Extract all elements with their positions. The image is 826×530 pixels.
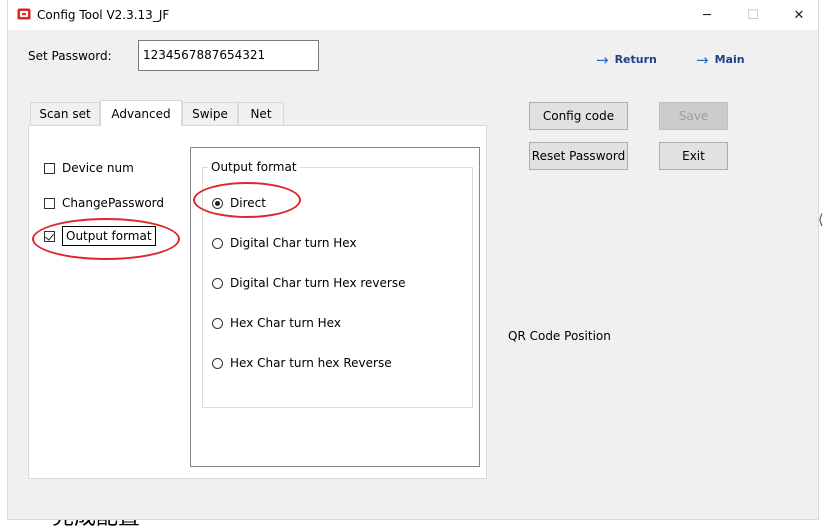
radio-icon (212, 277, 223, 289)
radio-label: Digital Char turn Hex reverse (230, 276, 406, 290)
set-password-label: Set Password: (28, 49, 112, 63)
exit-button[interactable]: Exit (659, 142, 728, 170)
config-tool-window: Config Tool V2.3.13_JF ─ ☐ ✕ Set Passwor… (8, 0, 818, 519)
arrow-right-icon: → (696, 50, 709, 69)
output-format-label: Output format (62, 226, 156, 246)
maximize-button[interactable]: ☐ (730, 0, 776, 30)
radio-digital-char-turn-hex[interactable]: Digital Char turn Hex (212, 236, 357, 250)
tab-net[interactable]: Net (238, 102, 284, 125)
change-password-checkbox[interactable]: ChangePassword (44, 196, 164, 210)
output-format-group-title: Output format (208, 160, 300, 174)
tab-scan-set[interactable]: Scan set (30, 102, 100, 125)
qr-code-position-label: QR Code Position (508, 329, 611, 343)
return-link-label: Return (614, 53, 657, 66)
save-button[interactable]: Save (659, 102, 728, 130)
app-logo-icon (17, 8, 31, 20)
background-glyph-fragment: ⟨ (818, 212, 824, 228)
tab-advanced[interactable]: Advanced (100, 100, 182, 126)
radio-hex-char-turn-hex[interactable]: Hex Char turn Hex (212, 316, 341, 330)
main-link-label: Main (714, 53, 745, 66)
main-link[interactable]: → Main (696, 50, 745, 69)
close-button[interactable]: ✕ (776, 0, 822, 30)
window-title: Config Tool V2.3.13_JF (37, 8, 170, 22)
radio-label: Direct (230, 196, 266, 210)
config-code-button[interactable]: Config code (529, 102, 628, 130)
password-input[interactable]: 1234567887654321 (138, 40, 319, 71)
arrow-right-icon: → (596, 50, 609, 69)
checkbox-box (44, 197, 55, 209)
radio-digital-char-turn-hex-reverse[interactable]: Digital Char turn Hex reverse (212, 276, 406, 290)
return-link[interactable]: → Return (596, 50, 657, 69)
minimize-button[interactable]: ─ (684, 0, 730, 30)
radio-icon (212, 357, 223, 369)
radio-selected-icon (212, 197, 223, 209)
checkbox-box (44, 162, 55, 174)
radio-label: Digital Char turn Hex (230, 236, 357, 250)
radio-icon (212, 237, 223, 249)
change-password-label: ChangePassword (62, 196, 164, 210)
reset-password-button[interactable]: Reset Password (529, 142, 628, 170)
output-format-checkbox[interactable]: Output format (44, 226, 156, 246)
device-num-checkbox[interactable]: Device num (44, 161, 134, 175)
title-bar[interactable]: Config Tool V2.3.13_JF ─ ☐ ✕ (8, 0, 818, 30)
tab-swipe[interactable]: Swipe (182, 102, 238, 125)
radio-hex-char-turn-hex-reverse[interactable]: Hex Char turn hex Reverse (212, 356, 392, 370)
radio-label: Hex Char turn Hex (230, 316, 341, 330)
radio-icon (212, 317, 223, 329)
device-num-label: Device num (62, 161, 134, 175)
radio-direct[interactable]: Direct (212, 196, 266, 210)
checkmark-icon (44, 230, 55, 242)
radio-label: Hex Char turn hex Reverse (230, 356, 392, 370)
